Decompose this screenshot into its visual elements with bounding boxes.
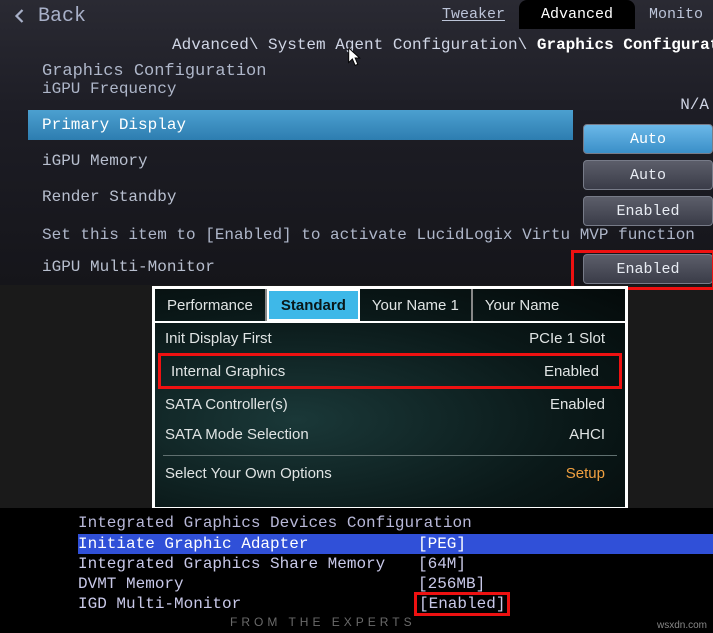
igd-multi-label: IGD Multi-Monitor <box>78 595 418 613</box>
select-own-label: Select Your Own Options <box>165 465 375 482</box>
sata-controller-label: SATA Controller(s) <box>165 396 375 413</box>
breadcrumb-current: Graphics Configurati <box>537 36 713 54</box>
back-button[interactable]: Back <box>0 1 98 32</box>
tab-advanced[interactable]: Advanced <box>519 0 635 29</box>
igpu-memory-value-button[interactable]: Auto <box>583 160 713 190</box>
footer-text: FROM THE EXPERTS <box>230 615 416 629</box>
sata-mode-label: SATA Mode Selection <box>165 426 375 443</box>
render-standby-label: Render Standby <box>42 188 176 206</box>
igd-multi-value: [Enabled] <box>414 592 510 616</box>
row-share-memory[interactable]: Integrated Graphics Share Memory [64M] <box>78 554 713 574</box>
initiate-adapter-label: Initiate Graphic Adapter <box>78 535 418 553</box>
tab-yourname1[interactable]: Your Name 1 <box>360 289 473 321</box>
tab-performance[interactable]: Performance <box>155 289 267 321</box>
select-own-value: Setup <box>566 465 615 482</box>
help-text: Set this item to [Enabled] to activate L… <box>42 226 695 244</box>
primary-display-label: Primary Display <box>42 116 186 134</box>
mouse-cursor-icon <box>348 48 364 68</box>
igpu-memory-label: iGPU Memory <box>42 152 148 170</box>
back-label: Back <box>38 5 86 28</box>
row-igpu-multi-monitor[interactable]: iGPU Multi-Monitor <box>28 252 573 282</box>
render-standby-value-button[interactable]: Enabled <box>583 196 713 226</box>
profile-tabs: Performance Standard Your Name 1 Your Na… <box>155 289 625 323</box>
share-memory-label: Integrated Graphics Share Memory <box>78 555 418 573</box>
row-sata-controller[interactable]: SATA Controller(s) Enabled <box>155 389 625 419</box>
gigabyte-bios-panel: Performance Standard Your Name 1 Your Na… <box>152 286 628 510</box>
dvmt-value: [256MB] <box>418 575 485 593</box>
top-bar: Back Tweaker Advanced Monito <box>0 0 713 32</box>
p3-title: Integrated Graphics Devices Configuratio… <box>78 514 713 532</box>
row-initiate-adapter[interactable]: Initiate Graphic Adapter [PEG] <box>78 534 713 554</box>
watermark: wsxdn.com <box>657 620 707 631</box>
back-arrow-icon <box>12 7 30 25</box>
na-value: N/A <box>680 96 709 114</box>
divider <box>163 455 617 456</box>
internal-graphics-value: Enabled <box>544 363 609 380</box>
dvmt-label: DVMT Memory <box>78 575 418 593</box>
igpu-multi-monitor-value-button[interactable]: Enabled <box>583 254 713 284</box>
row-render-standby[interactable]: Render Standby <box>28 182 573 212</box>
row-init-display[interactable]: Init Display First PCIe 1 Slot <box>155 323 625 353</box>
row-primary-display[interactable]: Primary Display <box>28 110 573 140</box>
tab-monitor[interactable]: Monito <box>639 6 713 23</box>
tab-tweaker[interactable]: Tweaker <box>432 6 515 23</box>
initiate-adapter-value: [PEG] <box>418 535 466 553</box>
sata-mode-value: AHCI <box>569 426 615 443</box>
init-display-label: Init Display First <box>165 330 375 347</box>
msi-bios-panel: Integrated Graphics Devices Configuratio… <box>0 508 713 633</box>
asus-bios-panel: Back Tweaker Advanced Monito Advanced\ S… <box>0 0 713 285</box>
row-sata-mode[interactable]: SATA Mode Selection AHCI <box>155 419 625 449</box>
row-igpu-memory[interactable]: iGPU Memory <box>28 146 573 176</box>
tab-standard[interactable]: Standard <box>267 289 360 321</box>
primary-display-value-button[interactable]: Auto <box>583 124 713 154</box>
init-display-value: PCIe 1 Slot <box>529 330 615 347</box>
row-select-own[interactable]: Select Your Own Options Setup <box>155 458 625 488</box>
row-internal-graphics[interactable]: Internal Graphics Enabled <box>158 353 622 389</box>
igpu-frequency-label: iGPU Frequency <box>42 80 176 98</box>
igpu-multi-monitor-label: iGPU Multi-Monitor <box>42 258 215 276</box>
breadcrumb: Advanced\ System Agent Configuration\ Gr… <box>172 36 713 54</box>
row-dvmt[interactable]: DVMT Memory [256MB] <box>78 574 713 594</box>
tab-yourname2[interactable]: Your Name <box>473 289 572 321</box>
sata-controller-value: Enabled <box>550 396 615 413</box>
row-igd-multi[interactable]: IGD Multi-Monitor [Enabled] <box>78 594 713 614</box>
share-memory-value: [64M] <box>418 555 466 573</box>
internal-graphics-label: Internal Graphics <box>171 363 381 380</box>
section-title: Graphics Configuration <box>42 62 266 81</box>
